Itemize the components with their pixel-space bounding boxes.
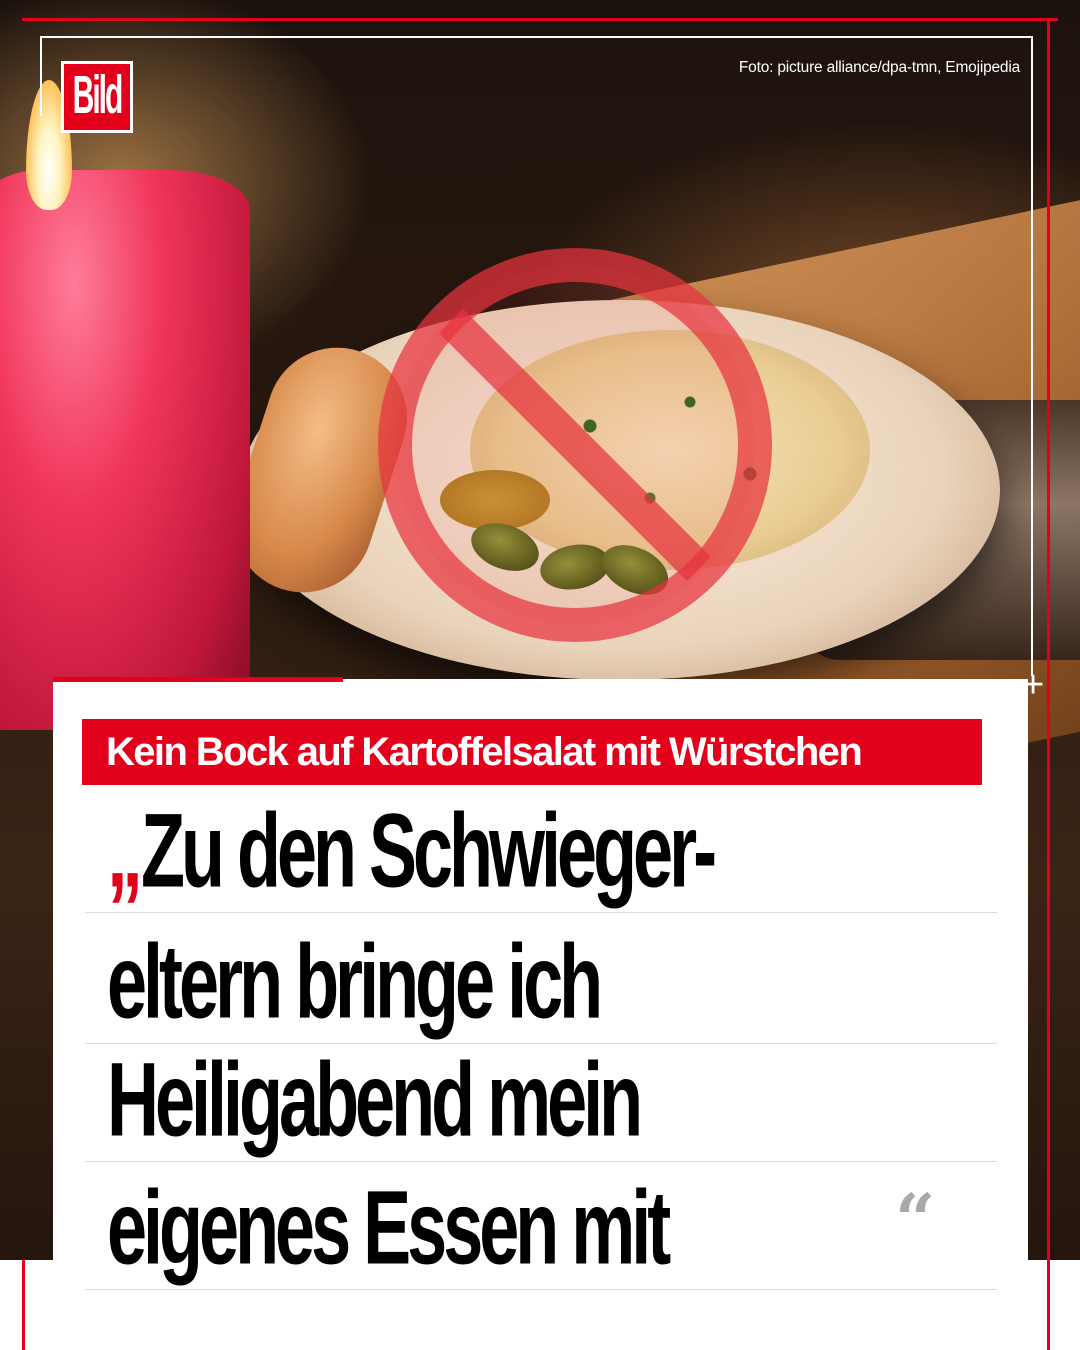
headline-line-4: eigenes Essen mit [85, 1174, 997, 1290]
frame-right [1047, 18, 1050, 1350]
instagram-post: Bild Foto: picture alliance/dpa-tmn, Emo… [0, 0, 1080, 1350]
inner-frame-top [40, 36, 1033, 38]
closing-quote: “ [895, 1178, 936, 1261]
photo-credit: Foto: picture alliance/dpa-tmn, Emojiped… [738, 59, 1020, 76]
headline-text-2: eltern bringe ich [107, 928, 603, 1041]
plus-icon: + [1022, 664, 1045, 706]
headline-text-1: Zu den Schwieger- [141, 797, 717, 910]
headline-text-3: Heiligabend mein [107, 1046, 643, 1159]
frame-top [22, 18, 1058, 21]
card-accent-bar [53, 677, 343, 682]
headline-line-2: eltern bringe ich [85, 928, 997, 1044]
headline-line-1: „Zu den Schwieger- [85, 797, 997, 913]
inner-frame-left [40, 36, 42, 116]
bild-logo: Bild [61, 61, 133, 133]
frame-left [22, 1260, 25, 1350]
candle [0, 170, 250, 730]
headline-text-4: eigenes Essen mit [107, 1174, 671, 1287]
headline-line-3: Heiligabend mein [85, 1046, 997, 1162]
inner-frame-right [1031, 36, 1033, 676]
logo-text: Bild [72, 66, 124, 126]
prohibited-icon [378, 248, 772, 642]
kicker-text: Kein Bock auf Kartoffelsalat mit Würstch… [106, 729, 863, 774]
kicker-banner: Kein Bock auf Kartoffelsalat mit Würstch… [82, 719, 982, 785]
opening-quote: „ [107, 797, 143, 910]
